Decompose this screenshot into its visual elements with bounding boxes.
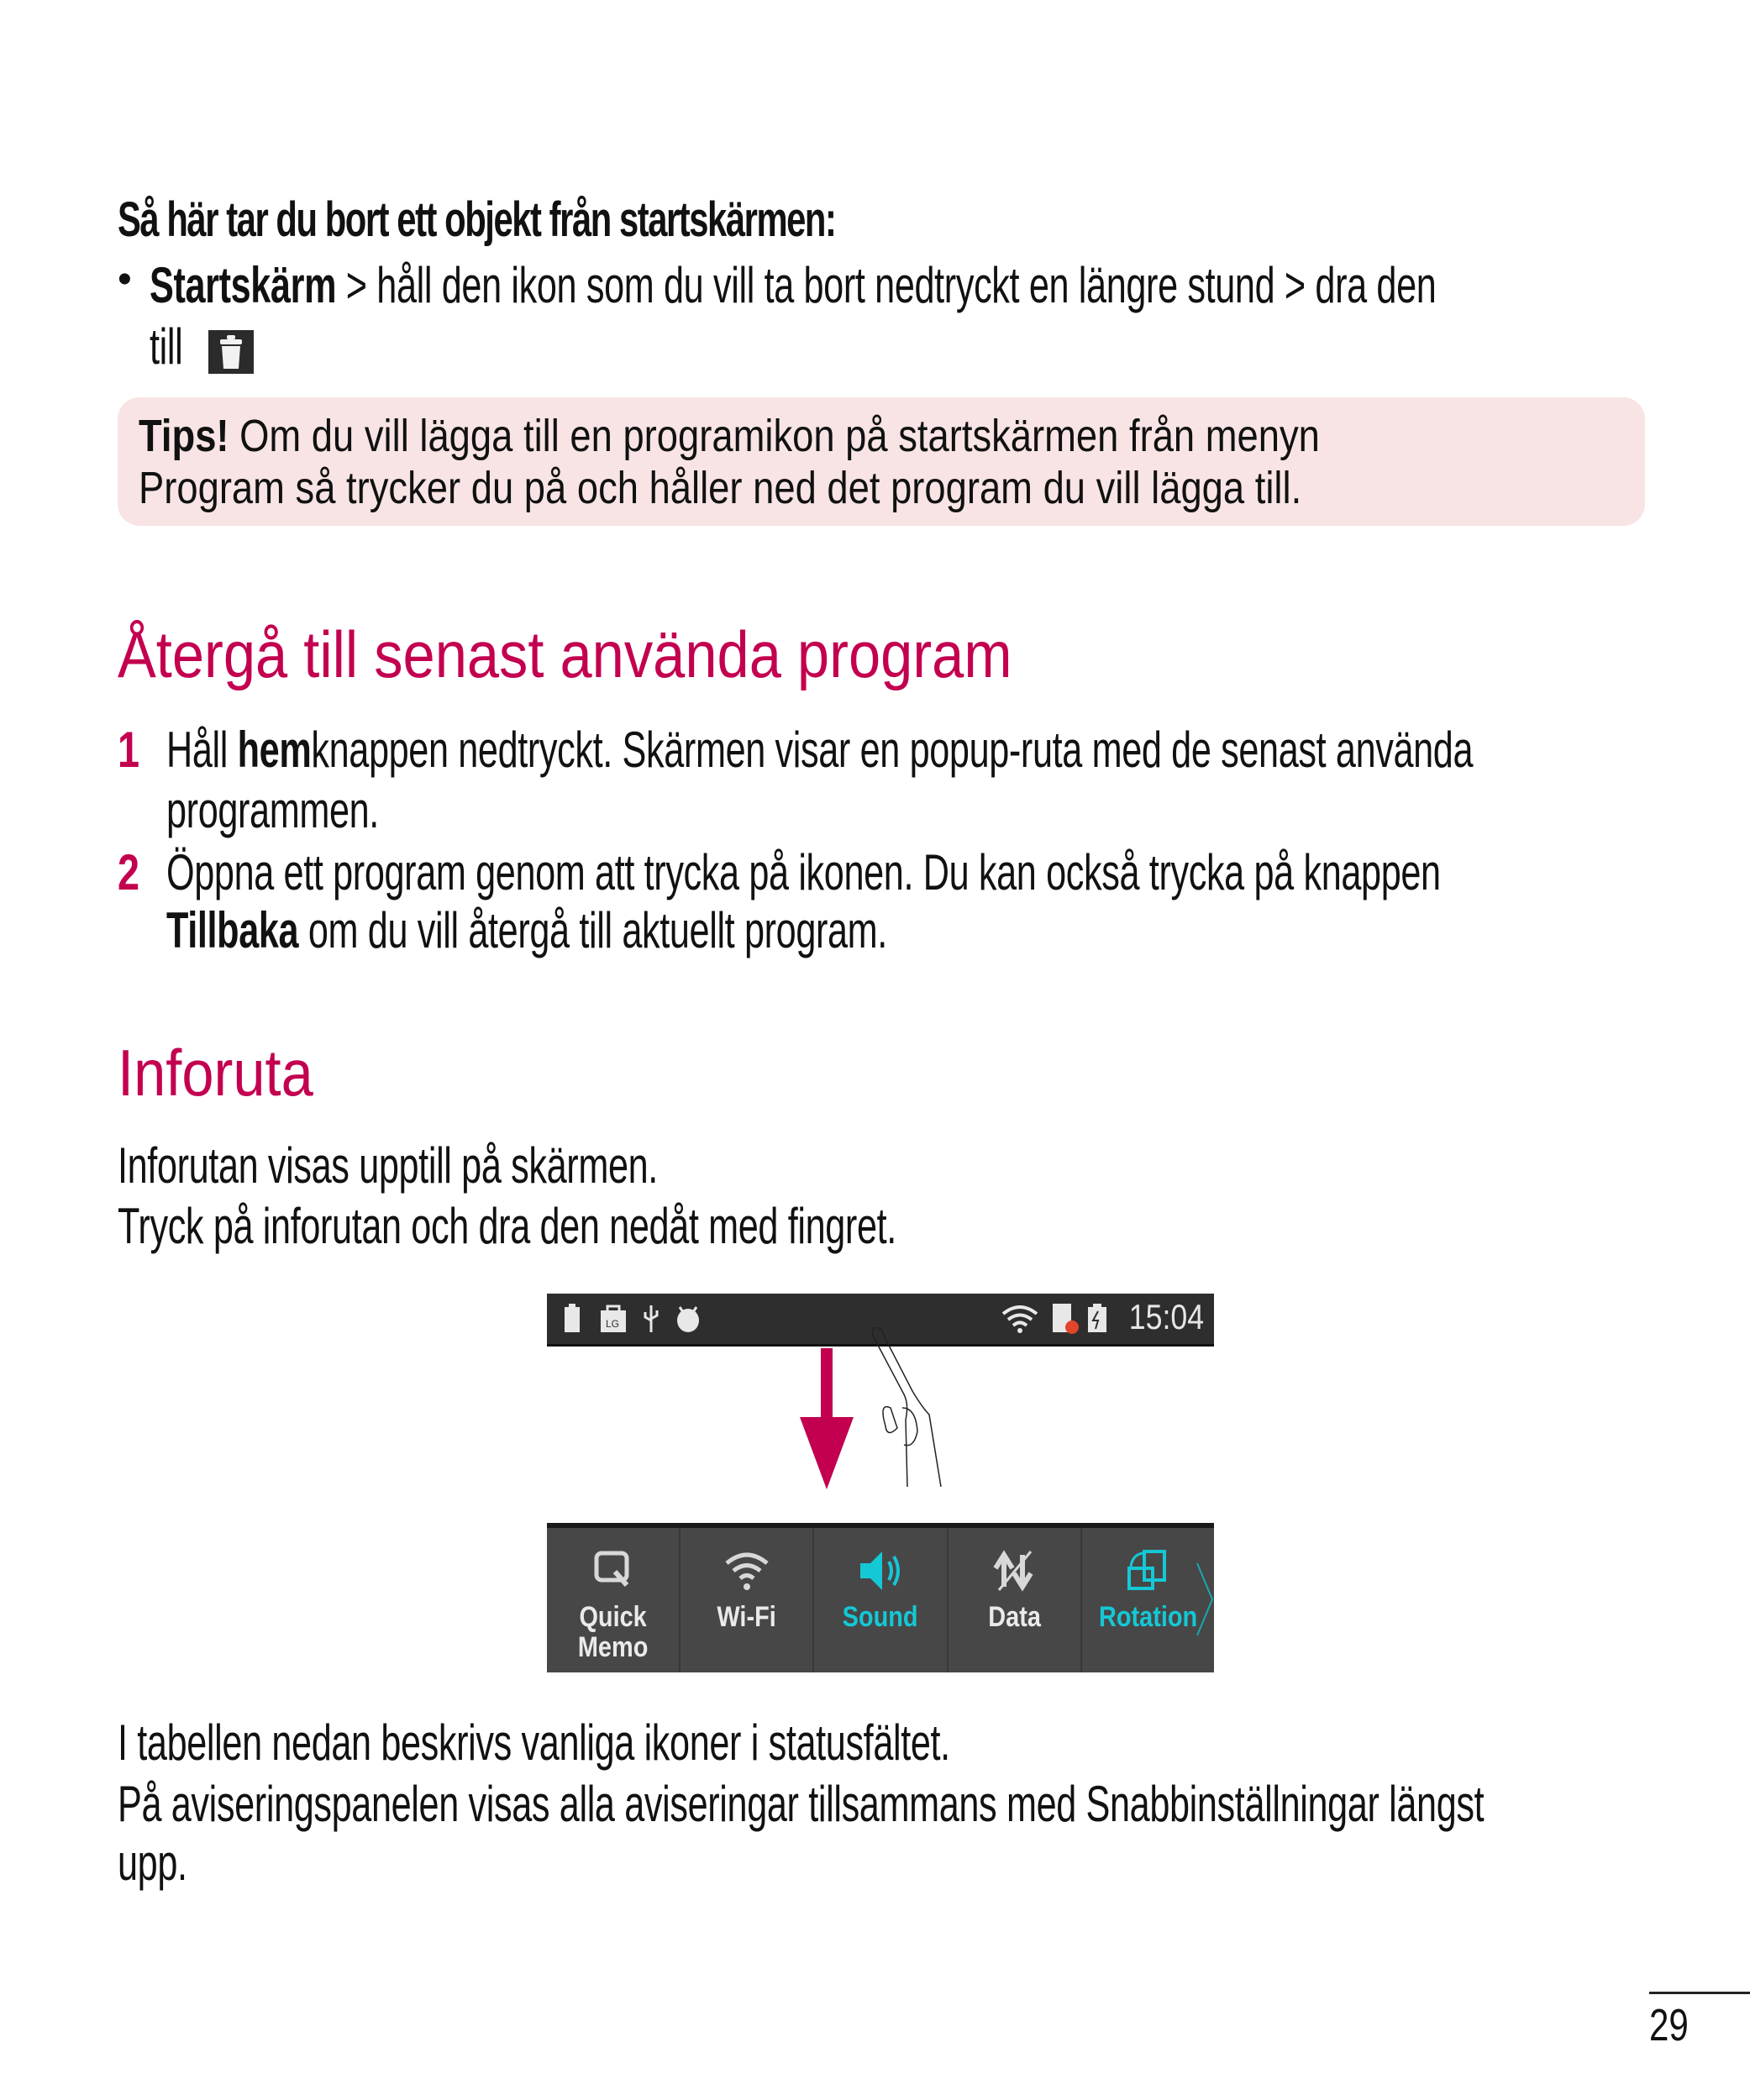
step-number-1: 1: [118, 722, 140, 778]
wifi-icon: [1001, 1305, 1038, 1333]
info-para-2: Tryck på inforutan och dra den nedåt med…: [118, 1198, 896, 1254]
rotation-label: Rotation: [1098, 1601, 1198, 1633]
hem-label: hem: [237, 722, 312, 778]
wifi-icon: [725, 1552, 769, 1590]
bullet-text: > håll den ikon som du vill ta bort nedt…: [336, 257, 1437, 313]
finger-swipe-icon: [871, 1327, 942, 1488]
page-number: 29: [1649, 2000, 1689, 2050]
lg-bag-icon: LG: [601, 1305, 626, 1332]
step-2-post: om du vill återgå till aktuellt program.: [298, 902, 887, 958]
table-intro: I tabellen nedan beskrivs vanliga ikoner…: [118, 1714, 950, 1771]
sound-toggle[interactable]: Sound: [814, 1528, 949, 1672]
page-number-rule: [1649, 1992, 1750, 1994]
step-number-2: 2: [118, 844, 140, 900]
step-2-text: Öppna ett program genom att trycka på ik…: [166, 844, 1441, 900]
tips-line-1: Tips! Om du vill lägga till en programik…: [139, 410, 1320, 462]
remove-item-heading: Så här tar du bort ett objekt från start…: [118, 192, 837, 247]
tips-line-2: Program så trycker du på och håller ned …: [139, 463, 1302, 513]
sound-icon: [860, 1551, 900, 1590]
svg-text:LG: LG: [606, 1318, 619, 1330]
data-icon: [993, 1550, 1033, 1592]
inforuta-title: Inforuta: [118, 1036, 313, 1110]
sim-error-icon: [1053, 1304, 1079, 1334]
android-debug-icon: [677, 1306, 699, 1332]
step-1-text: Håll hemknappen nedtryckt. Skärmen visar…: [166, 721, 1474, 779]
quick-memo-toggle[interactable]: Quick Memo: [547, 1528, 681, 1672]
tillbaka-label: Tillbaka: [166, 902, 299, 958]
wifi-toggle[interactable]: Wi-Fi: [681, 1528, 815, 1672]
wifi-label: Wi-Fi: [717, 1601, 776, 1633]
notification-panel-text: På aviseringspanelen visas alla aviserin…: [118, 1776, 1485, 1832]
swipe-down-arrow-icon: [800, 1348, 854, 1489]
step-1-post: knappen nedtryckt. Skärmen visar en popu…: [311, 722, 1474, 778]
notification-panel-text-2: upp.: [118, 1835, 187, 1891]
data-toggle[interactable]: Data: [949, 1528, 1082, 1672]
startskarm-label: Startskärm: [150, 257, 337, 313]
bullet-line-2: till: [150, 318, 183, 375]
bullet-dot: •: [118, 257, 132, 302]
battery-icon: [565, 1304, 580, 1332]
tips-label: Tips!: [139, 411, 229, 461]
quick-settings-panel: Quick Memo Wi-Fi Sound Data Rotation: [547, 1523, 1214, 1672]
sound-label: Sound: [843, 1601, 918, 1633]
recent-apps-title: Återgå till senast använda program: [118, 617, 1012, 691]
chevron-right-icon[interactable]: [1196, 1562, 1214, 1637]
rotation-toggle[interactable]: Rotation: [1082, 1528, 1214, 1672]
quick-memo-label: Quick Memo: [557, 1602, 670, 1662]
battery-charging-icon: [1088, 1304, 1106, 1332]
info-para-1: Inforutan visas upptill på skärmen.: [118, 1137, 658, 1194]
bullet-line: Startskärm > håll den ikon som du vill t…: [150, 256, 1437, 314]
step-1-pre: Håll: [166, 722, 238, 778]
step-1-line-2: programmen.: [166, 782, 379, 838]
tips-text-1: Om du vill lägga till en programikon på …: [229, 411, 1320, 461]
usb-icon: [644, 1305, 659, 1332]
trash-icon: [208, 330, 254, 374]
step-2-line-2: Tillbaka om du vill återgå till aktuellt…: [166, 901, 887, 959]
data-label: Data: [987, 1601, 1041, 1633]
quick-memo-text: Quick Memo: [577, 1601, 649, 1663]
quick-memo-icon: [594, 1551, 629, 1587]
status-clock: 15:04: [1128, 1297, 1204, 1336]
rotation-icon: [1127, 1550, 1167, 1590]
